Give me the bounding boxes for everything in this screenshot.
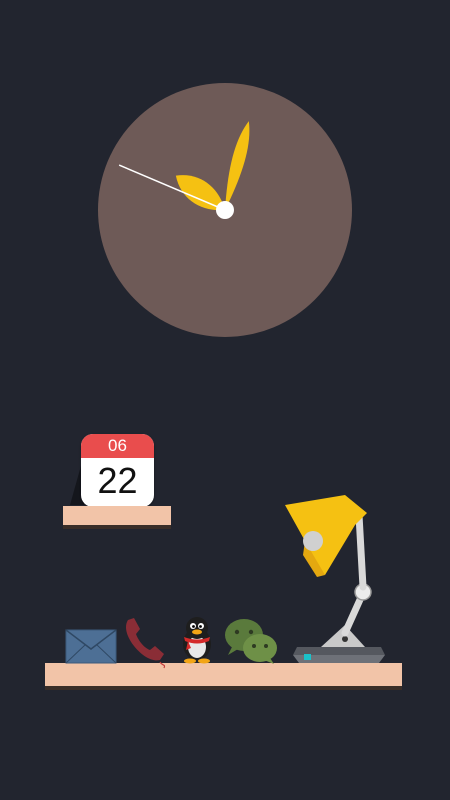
phone-icon[interactable] xyxy=(120,612,172,670)
calendar-day: 22 xyxy=(97,460,138,501)
analog-clock-widget[interactable] xyxy=(0,0,450,360)
calendar-month: 06 xyxy=(81,434,154,458)
desk-lamp-icon[interactable] xyxy=(285,495,395,667)
chat-bubbles-icon[interactable] xyxy=(222,617,280,665)
penguin-icon[interactable] xyxy=(176,614,218,664)
envelope-icon[interactable] xyxy=(65,629,117,664)
small-shelf xyxy=(63,506,171,525)
clock-center xyxy=(216,201,234,219)
calendar-app-icon[interactable]: 06 22 xyxy=(81,434,154,507)
